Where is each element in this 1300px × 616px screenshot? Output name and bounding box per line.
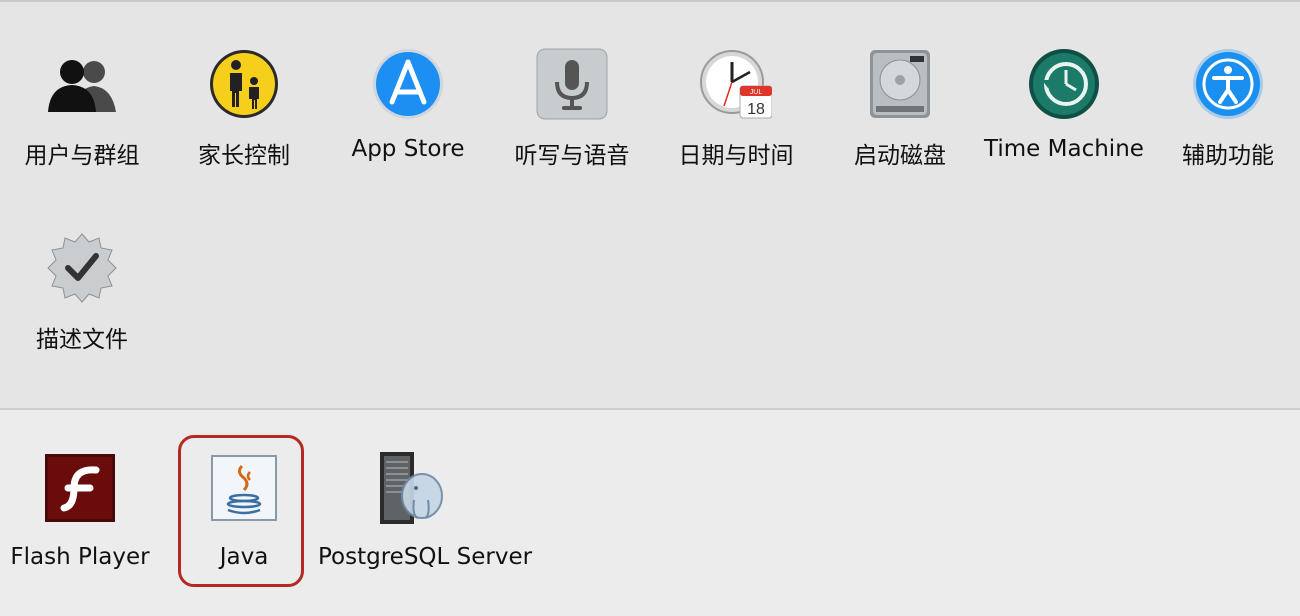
date-time-icon: JUL 18 [700,48,772,120]
pref-label: 日期与时间 [678,143,794,169]
flash-player-icon [44,452,116,524]
java-highlight-box [178,435,304,587]
time-machine-icon [1028,48,1100,120]
dictation-speech-icon [536,48,608,120]
startup-disk-icon [864,48,936,120]
system-preferences-section: 用户与群组 家长控制 App Store 听写与语音 JUL 18 日期与时间 … [0,2,1300,408]
parental-controls-icon [208,48,280,120]
pref-label: 启动磁盘 [854,143,946,169]
postgresql-icon [372,452,444,524]
pref-label: 用户与群组 [24,143,140,169]
users-groups-icon [46,48,118,120]
pref-label: 描述文件 [36,327,128,353]
accessibility-icon [1192,48,1264,120]
pref-label: PostgreSQL Server [318,544,533,570]
pref-label: Time Machine [984,136,1144,162]
pref-label: 听写与语音 [514,143,630,169]
pref-label: 家长控制 [198,143,290,169]
app-store-icon [372,48,444,120]
calendar-day-text: 18 [747,101,765,118]
profiles-icon [46,232,118,304]
calendar-month-text: JUL [750,89,763,96]
pref-label: 辅助功能 [1182,143,1274,169]
pref-label: App Store [351,136,465,162]
pref-label: Flash Player [10,544,150,570]
